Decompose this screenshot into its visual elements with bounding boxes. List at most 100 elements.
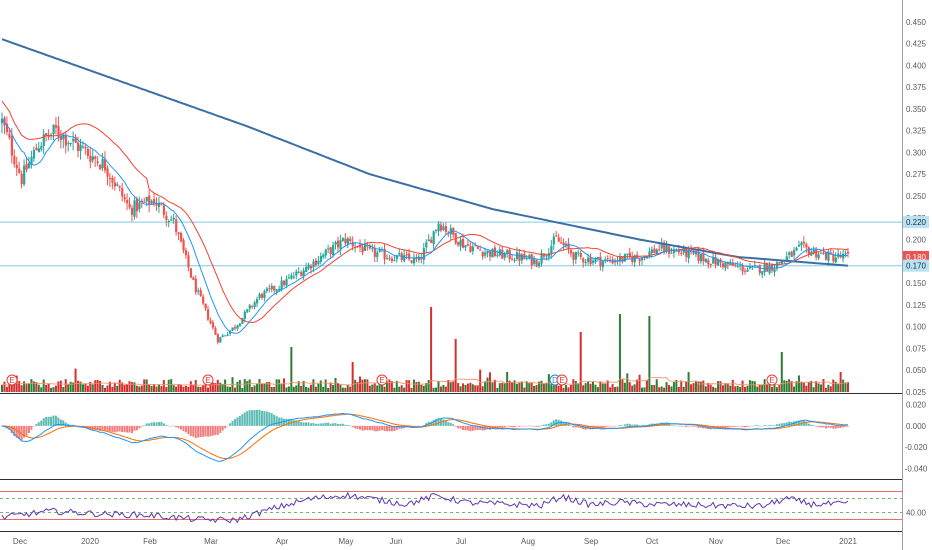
volume-bar xyxy=(398,386,401,392)
volume-bar xyxy=(324,379,327,392)
macd-histogram-bar xyxy=(748,425,751,427)
macd-histogram-bar xyxy=(356,425,359,429)
volume-bar xyxy=(285,387,288,392)
macd-histogram-bar xyxy=(344,424,347,426)
volume-bar xyxy=(143,379,146,392)
price-axis-tick: 0.250 xyxy=(906,192,927,201)
volume-bar xyxy=(479,369,482,392)
volume-bar xyxy=(69,381,72,392)
volume-bar xyxy=(153,384,156,392)
macd-histogram-bar xyxy=(533,425,536,427)
volume-bar xyxy=(682,386,685,392)
volume-bar xyxy=(135,385,138,392)
macd-histogram-bar xyxy=(334,423,337,426)
macd-histogram-bar xyxy=(756,425,759,426)
volume-bar xyxy=(594,384,597,392)
price-axis[interactable]: 0.450 0.425 0.400 0.375 0.350 0.325 0.300 0.275… xyxy=(903,18,929,518)
candle-body xyxy=(439,224,443,231)
candle-body xyxy=(52,124,55,135)
candle-body xyxy=(746,269,749,272)
candle-body xyxy=(427,239,430,242)
volume-bar xyxy=(35,382,38,392)
macd-histogram-bar xyxy=(116,425,119,432)
macd-histogram-bar xyxy=(604,425,607,428)
candle-body xyxy=(224,335,227,337)
volume-bar xyxy=(300,385,303,392)
macd-histogram-bar xyxy=(231,420,234,426)
macd-histogram-bar xyxy=(50,416,53,426)
volume-bar xyxy=(408,380,411,392)
volume-bar xyxy=(501,382,504,392)
macd-histogram-bar xyxy=(739,425,742,427)
macd-histogram-bar xyxy=(753,425,756,426)
candle-body xyxy=(538,262,541,267)
macd-histogram-bar xyxy=(773,425,776,426)
macd-histogram-bar xyxy=(265,411,268,426)
time-axis-label: 2020 xyxy=(81,537,99,546)
volume-bar xyxy=(351,362,354,392)
macd-histogram-bar xyxy=(444,420,447,426)
candle-body xyxy=(491,248,494,258)
volume-bar xyxy=(123,385,126,392)
macd-histogram-bar xyxy=(236,417,239,426)
volume-bar xyxy=(113,382,116,392)
volume-bar xyxy=(165,387,168,392)
earnings-marker-label: E xyxy=(559,376,564,385)
macd-histogram-bar xyxy=(751,425,754,427)
price-pane[interactable] xyxy=(0,38,902,345)
macd-pane[interactable] xyxy=(1,409,849,462)
macd-histogram-bar xyxy=(457,425,460,429)
candle-body xyxy=(717,259,720,266)
macd-histogram-bar xyxy=(251,410,254,426)
macd-histogram-bar xyxy=(175,425,178,428)
volume-bar xyxy=(40,387,43,392)
candle-body xyxy=(243,311,246,319)
candle-body xyxy=(197,290,200,292)
time-axis-label: Dec xyxy=(13,537,27,546)
macd-histogram-bar xyxy=(621,425,624,426)
candle-body xyxy=(773,268,776,273)
macd-histogram-bar xyxy=(126,425,129,433)
volume-bar xyxy=(636,379,639,392)
candle-body xyxy=(842,253,845,259)
candle-body xyxy=(177,232,180,234)
price-axis-tick: 0.400 xyxy=(906,61,927,70)
candle-body xyxy=(560,242,563,244)
volume-bar xyxy=(371,384,374,392)
candle-body xyxy=(312,261,315,268)
time-axis-label: Oct xyxy=(646,537,659,546)
volume-bar xyxy=(690,384,693,392)
candle-body xyxy=(462,238,465,248)
volume-bar xyxy=(496,387,499,392)
volume-bar xyxy=(530,382,533,392)
volume-bar xyxy=(52,387,55,392)
macd-histogram-bar xyxy=(520,425,523,427)
candle-body xyxy=(300,272,303,276)
rsi-pane[interactable] xyxy=(0,491,902,524)
macd-histogram-bar xyxy=(233,419,236,426)
candle-body xyxy=(204,303,207,309)
candle-body xyxy=(211,322,215,328)
volume-bar xyxy=(314,386,317,392)
macd-histogram-bar xyxy=(736,425,739,427)
candle-body xyxy=(579,252,582,257)
price-tag-label: 0.220 xyxy=(906,218,927,227)
candle-body xyxy=(285,278,288,286)
candle-body xyxy=(658,249,661,251)
volume-bar xyxy=(287,386,290,392)
stock-chart[interactable]: EEEDEE 0.4500.4250.4000.3750.3500.3250.3… xyxy=(0,0,932,550)
macd-histogram-bar xyxy=(381,425,384,431)
volume-bar xyxy=(687,372,690,392)
macd-histogram-bar xyxy=(165,424,168,426)
candle-body xyxy=(309,265,313,269)
volume-bar xyxy=(766,383,769,392)
macd-histogram-bar xyxy=(466,425,469,431)
candle-body xyxy=(145,196,148,202)
time-axis[interactable]: Dec 2020 Feb Mar Apr May Jun Jul Aug Sep Oct Nov Dec… xyxy=(13,537,858,546)
volume-bar xyxy=(219,382,222,392)
macd-histogram-bar xyxy=(383,425,386,432)
volume-bar xyxy=(719,381,722,392)
macd-histogram-bar xyxy=(177,425,180,429)
candle-body xyxy=(520,254,524,261)
candle-body xyxy=(251,306,254,308)
